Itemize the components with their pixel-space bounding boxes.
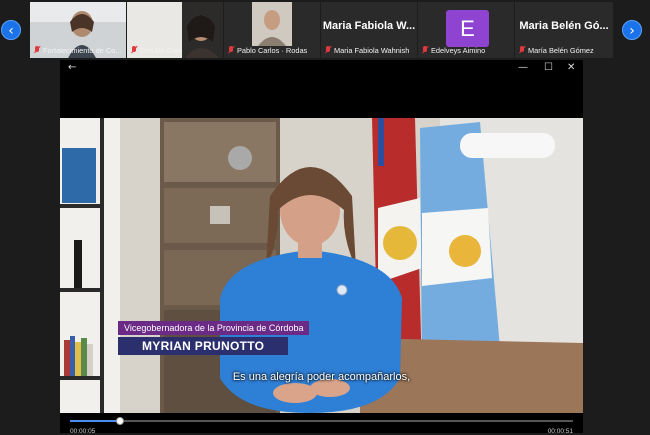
video-scene (60, 118, 583, 413)
participant-name: Cris De Carli (127, 45, 223, 57)
close-button[interactable]: ✕ (567, 61, 575, 75)
mic-off-icon (131, 46, 137, 54)
maximize-button[interactable]: ☐ (544, 61, 553, 75)
video-frame[interactable]: Vicegobernadora de la Provincia de Córdo… (60, 118, 583, 413)
video-player: ← — ☐ ✕ Vicegobernadora de la Provincia … (60, 60, 583, 435)
participant-name: Fortalecimiento de Co... (30, 45, 126, 57)
mic-off-icon (519, 46, 525, 54)
seek-bar[interactable] (70, 417, 573, 425)
participant-name: Pablo Carlos · Rodas (224, 45, 320, 57)
avatar: E (446, 10, 489, 47)
participant-name: Edelveys Aimino (418, 45, 514, 57)
participant-name: María Belén Gómez (515, 45, 613, 57)
participant-tile[interactable]: Cris De Carli (127, 2, 223, 58)
mic-off-icon (228, 46, 234, 54)
seek-handle[interactable] (116, 417, 125, 425)
player-title-bar: ← — ☐ ✕ (60, 60, 583, 77)
participant-display-name: Maria Belén Gó... (519, 20, 609, 32)
seek-progress (70, 420, 121, 422)
participant-tile[interactable]: Maria Fabiola W... Maria Fabiola Wahnish (321, 2, 417, 58)
participant-tile[interactable]: E Edelveys Aimino (418, 2, 514, 58)
video-subtitle: Es una alegría poder acompañarlos, (232, 371, 411, 383)
seek-track[interactable] (70, 420, 573, 422)
mic-off-icon (325, 46, 331, 54)
participant-name: Maria Fabiola Wahnish (321, 45, 417, 57)
next-participants-button[interactable]: › (622, 20, 642, 40)
mic-off-icon (422, 46, 428, 54)
participant-strip: ‹ Fortalecimiento de Co... Cris De Carli… (0, 0, 650, 60)
previous-participants-button[interactable]: ‹ (1, 20, 21, 40)
time-elapsed: 00:00:05 (70, 428, 96, 435)
participant-tile[interactable]: Pablo Carlos · Rodas (224, 2, 320, 58)
time-total: 00:00:51 (547, 428, 573, 435)
participant-tile[interactable]: Fortalecimiento de Co... (30, 2, 126, 58)
back-arrow-icon[interactable]: ← (68, 61, 76, 75)
lower-third-title: Vicegobernadora de la Provincia de Córdo… (118, 321, 310, 335)
participant-display-name: Maria Fabiola W... (322, 20, 416, 32)
minimize-button[interactable]: — (518, 61, 528, 75)
participant-tile[interactable]: Maria Belén Gó... María Belén Gómez (515, 2, 613, 58)
lower-third-name: MYRIAN PRUNOTTO (118, 337, 289, 355)
mic-off-icon (34, 46, 40, 54)
